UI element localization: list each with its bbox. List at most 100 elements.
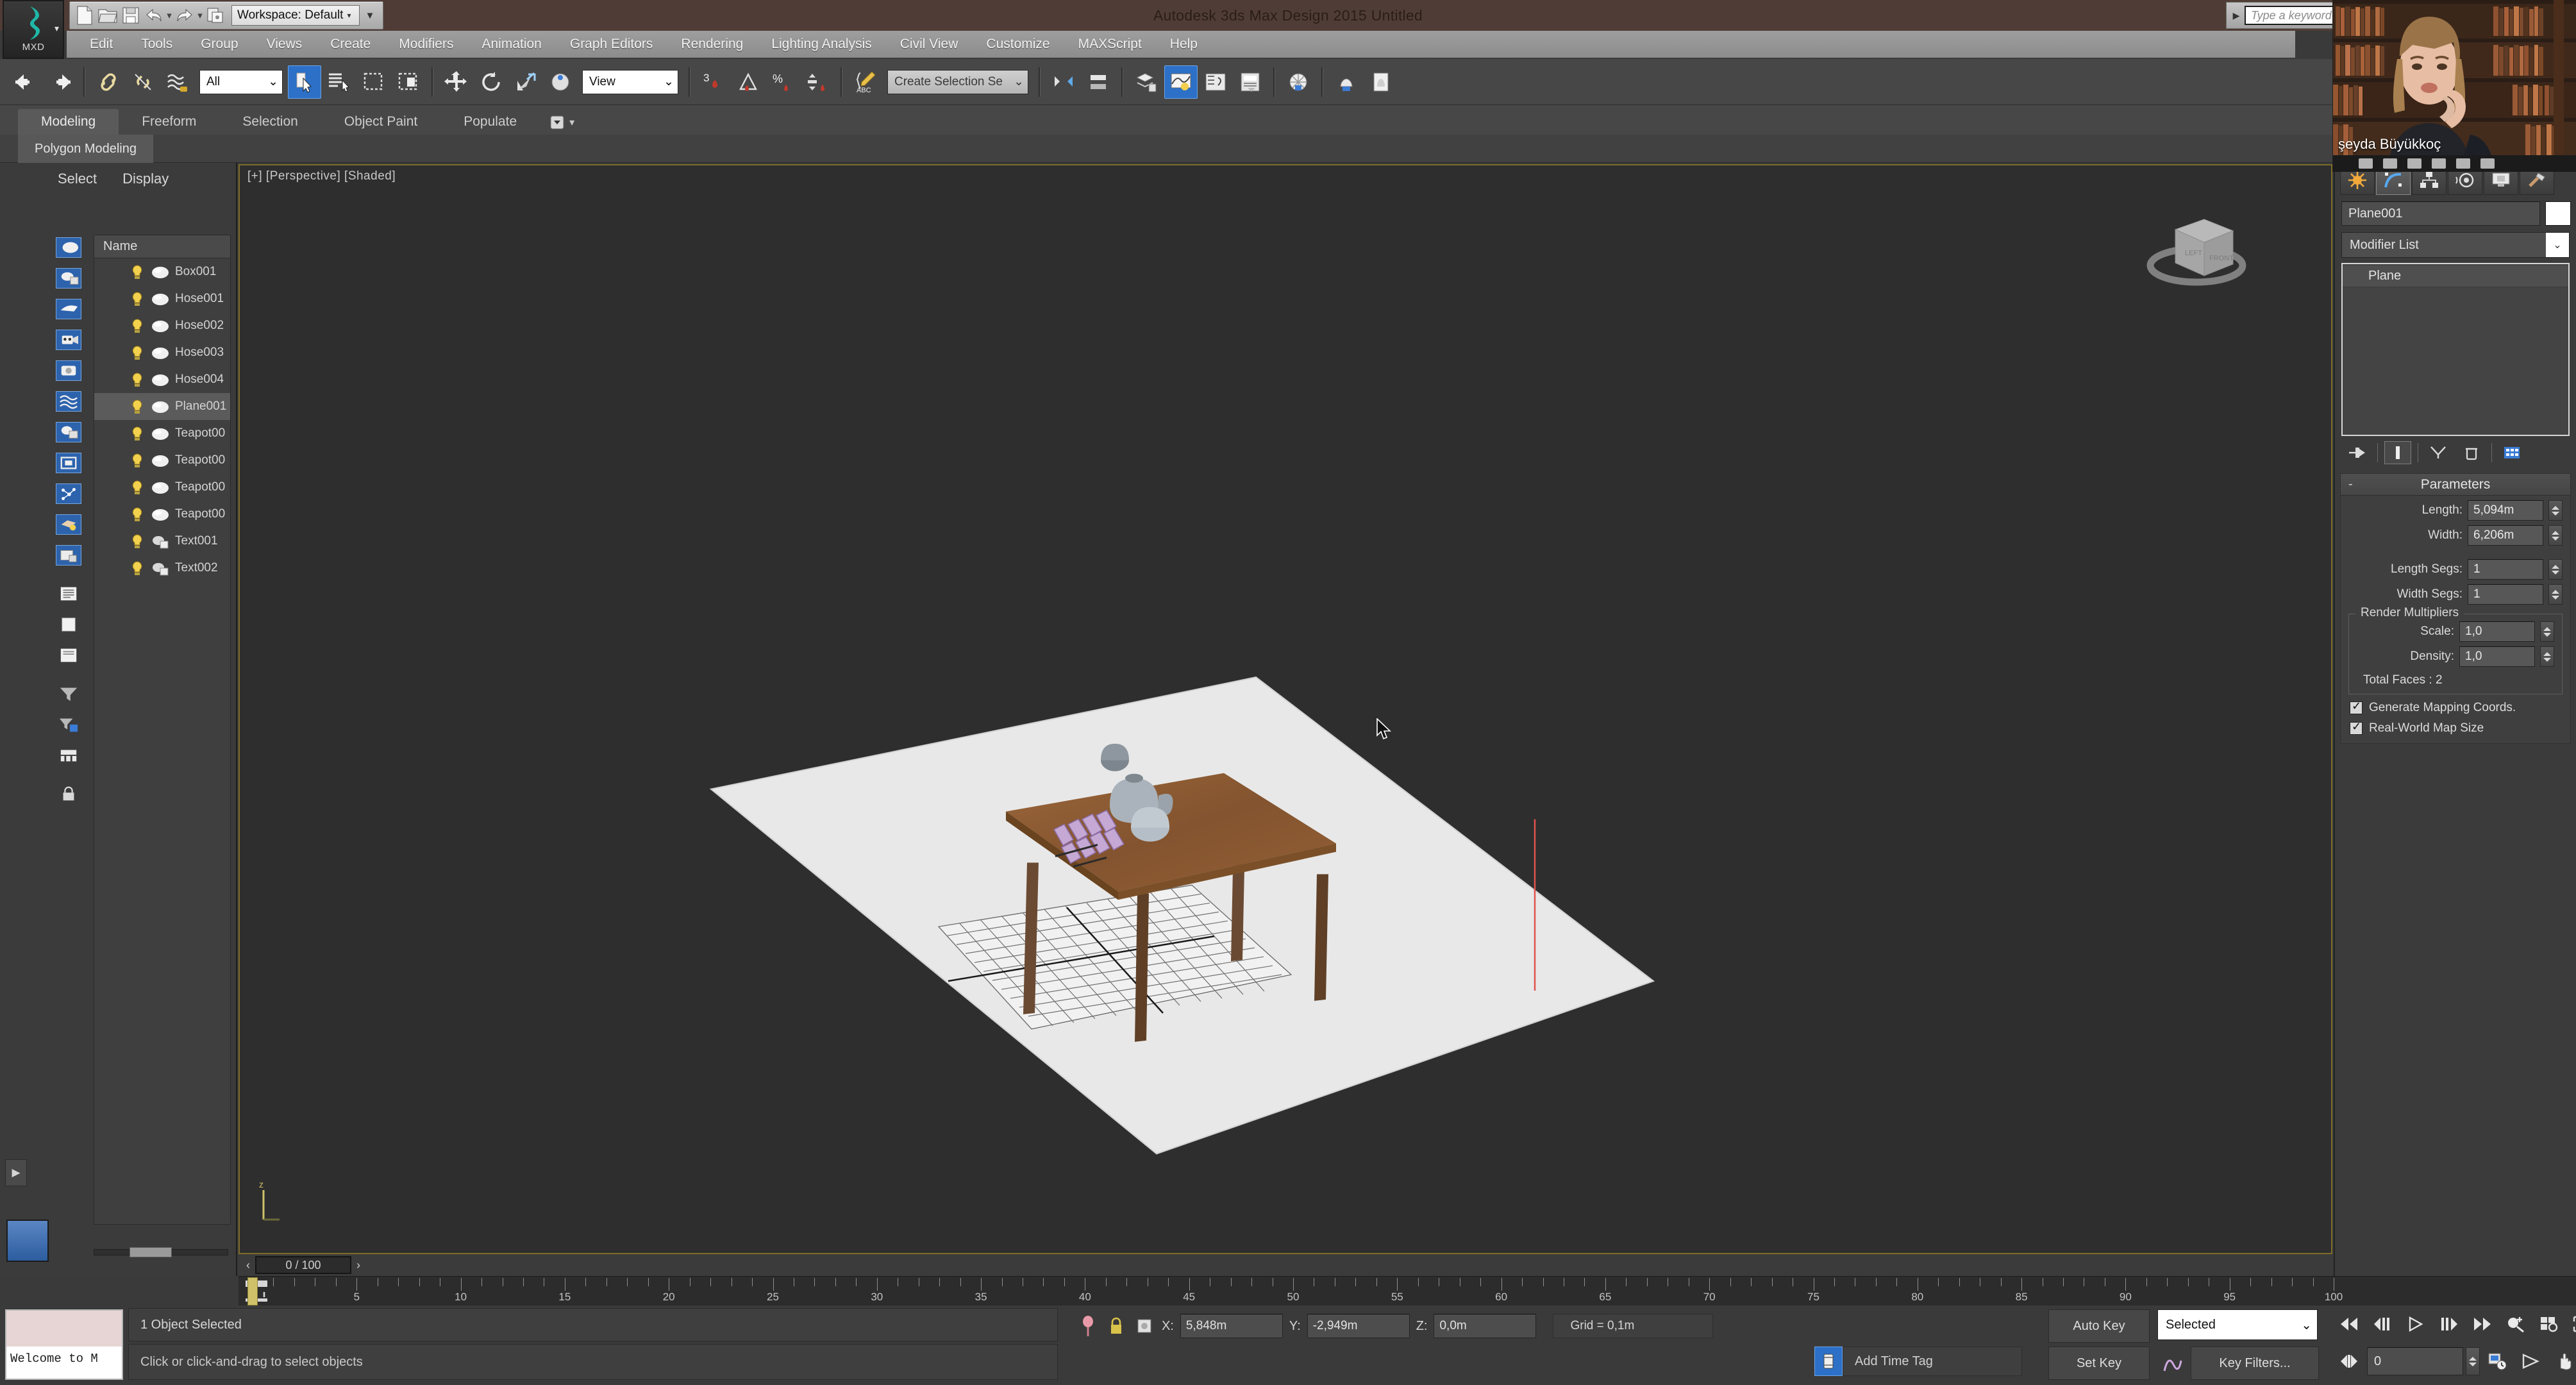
select-scale-icon[interactable] [509,65,542,99]
light-bulb-icon[interactable] [130,345,144,360]
ribbon-tab-modeling[interactable]: Modeling [18,109,119,135]
new-file-icon[interactable] [74,4,96,26]
length-segs-spinner[interactable] [2548,559,2563,580]
lock-selection-icon[interactable] [1105,1314,1127,1338]
angle-snap-icon[interactable] [732,65,765,99]
select-rotate-icon[interactable] [474,65,508,99]
y-coordinate-field[interactable]: -2,949m [1307,1314,1410,1338]
ribbon-tab-object-paint[interactable]: Object Paint [321,109,440,135]
layer-manager-icon[interactable] [1130,65,1163,99]
light-bulb-icon[interactable] [130,480,144,495]
scene-object-list[interactable]: Name Box001 Hose001 Hose002 Hose003 Hose004 P… [94,235,231,1225]
adaptive-degradation-icon[interactable] [1133,1314,1155,1338]
select-shape-icon[interactable] [53,541,85,569]
next-frame-icon[interactable] [2434,1308,2464,1340]
scale-field[interactable]: 1,0 [2459,621,2535,642]
length-spinner[interactable] [2548,500,2563,521]
select-move-icon[interactable] [440,65,473,99]
qat-more-icon[interactable]: ▼ [361,10,379,21]
select-children-icon[interactable] [53,326,85,354]
pan-view-icon[interactable] [2549,1345,2576,1377]
ribbon-options-icon[interactable] [549,114,565,131]
menu-item-rendering[interactable]: Rendering [667,34,757,55]
display-list-icon[interactable] [53,580,85,608]
webcam-overlay[interactable]: şeyda Büyükkoç [2332,0,2576,172]
configure-sets-icon[interactable] [2498,441,2525,464]
light-bulb-icon[interactable] [130,533,144,549]
scene-object-row[interactable]: Box001 [94,258,230,285]
undo-icon[interactable] [9,65,42,99]
menu-item-help[interactable]: Help [1156,34,1212,55]
scene-object-row[interactable]: Teapot00 [94,474,230,501]
material-editor-icon[interactable] [1234,65,1267,99]
tab-display[interactable]: Display [122,171,169,187]
set-key-button[interactable]: Set Key [2048,1347,2150,1380]
chevron-down-icon[interactable]: ▾ [569,116,574,129]
scene-object-row[interactable]: Text001 [94,528,230,555]
ribbon-tab-freeform[interactable]: Freeform [119,109,219,135]
parameter-checkbox-row[interactable]: Generate Mapping Coords. [2341,694,2570,715]
light-bulb-icon[interactable] [130,560,144,576]
menu-item-civil-view[interactable]: Civil View [886,34,973,55]
menu-item-views[interactable]: Views [253,34,317,55]
menu-item-lighting-analysis[interactable]: Lighting Analysis [757,34,885,55]
light-bulb-icon[interactable] [130,453,144,468]
polygon-modeling-panel-label[interactable]: Polygon Modeling [18,135,153,163]
frame-indicator[interactable]: 0 / 100 [255,1256,351,1274]
menu-item-animation[interactable]: Animation [467,34,555,55]
use-center-icon[interactable] [544,65,577,99]
ribbon-tab-selection[interactable]: Selection [219,109,321,135]
light-bulb-icon[interactable] [130,372,144,387]
open-folder-icon[interactable] [97,4,119,26]
select-by-name-icon[interactable] [322,65,356,99]
select-similar-icon[interactable] [53,295,85,323]
object-color-swatch[interactable] [2545,201,2571,226]
width-segs-spinner[interactable] [2548,584,2563,605]
previous-frame-icon[interactable] [2367,1308,2398,1340]
pin-isolate-icon[interactable] [1077,1314,1099,1338]
density-field[interactable]: 1,0 [2459,646,2535,667]
select-light-icon[interactable] [53,510,85,539]
align-icon[interactable] [1082,65,1115,99]
key-mode-icon[interactable] [1814,1347,1843,1376]
viewcube-navigation-gizmo[interactable]: LEFT FRONT [2140,199,2255,308]
light-bulb-icon[interactable] [130,291,144,306]
horizontal-scrollbar[interactable] [94,1247,228,1257]
zoom-all-icon[interactable] [2534,1308,2564,1340]
select-bone-icon[interactable] [53,480,85,508]
add-time-tag-button[interactable]: Add Time Tag [1843,1347,2022,1376]
frame-spinner[interactable] [2466,1347,2480,1375]
menu-item-create[interactable]: Create [316,34,385,55]
camera-icon[interactable] [2383,158,2397,169]
menu-item-modifiers[interactable]: Modifiers [385,34,467,55]
render-setup-icon[interactable] [1282,65,1315,99]
light-bulb-icon[interactable] [130,264,144,280]
chat-icon[interactable] [2456,158,2470,169]
scene-object-row[interactable]: Hose002 [94,312,230,339]
selection-filter-combo[interactable]: All ⌄ [199,69,283,94]
width-field[interactable]: 6,206m [2468,525,2543,546]
width-segs-field[interactable]: 1 [2468,584,2543,605]
previous-frame-arrow[interactable]: ‹ [241,1256,255,1274]
select-object-icon[interactable] [288,65,321,99]
render-production-icon[interactable] [1364,65,1398,99]
workspace-selector[interactable]: Workspace: Default ▾ [231,5,360,26]
zoom-icon[interactable] [2500,1308,2531,1340]
share-screen-icon[interactable] [2407,158,2421,169]
reference-coordinate-combo[interactable]: View ⌄ [582,69,678,94]
display-rows-icon[interactable] [53,641,85,669]
field-of-view-icon[interactable] [2516,1345,2547,1377]
perspective-viewport[interactable]: [+] [Perspective] [Shaded] LEFT FRONT z [238,164,2332,1254]
show-end-result-icon[interactable] [2384,441,2411,464]
make-unique-icon[interactable] [2425,441,2452,464]
modifier-stack[interactable]: Plane [2341,263,2570,436]
mic-icon[interactable] [2359,158,2373,169]
chevron-right-icon[interactable]: ▶ [2229,10,2243,21]
select-link-icon[interactable] [92,65,125,99]
named-selection-set-combo[interactable]: Create Selection Se ⌄ [887,69,1028,94]
panel-expand-button[interactable]: ▶ [5,1159,27,1186]
ribbon-tab-populate[interactable]: Populate [440,109,540,135]
select-helper-icon[interactable] [53,387,85,416]
light-bulb-icon[interactable] [130,426,144,441]
unlink-icon[interactable] [126,65,160,99]
